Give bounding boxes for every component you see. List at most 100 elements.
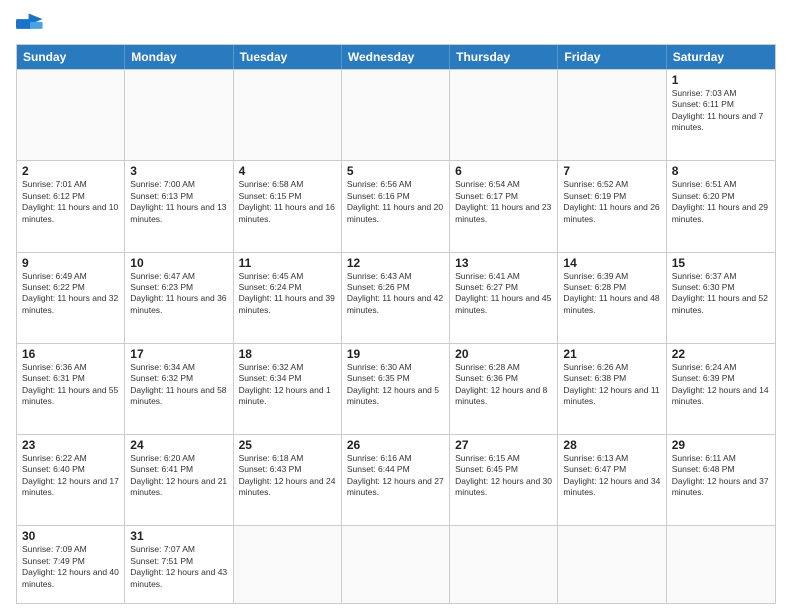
- day-number: 27: [455, 438, 552, 452]
- day-info: Sunrise: 6:43 AM Sunset: 6:26 PM Dayligh…: [347, 271, 444, 317]
- day-number: 28: [563, 438, 660, 452]
- day-info: Sunrise: 6:32 AM Sunset: 6:34 PM Dayligh…: [239, 362, 336, 408]
- day-info: Sunrise: 6:52 AM Sunset: 6:19 PM Dayligh…: [563, 179, 660, 225]
- day-number: 26: [347, 438, 444, 452]
- day-info: Sunrise: 6:39 AM Sunset: 6:28 PM Dayligh…: [563, 271, 660, 317]
- calendar-cell-1-5: 7Sunrise: 6:52 AM Sunset: 6:19 PM Daylig…: [558, 161, 666, 251]
- calendar-cell-3-4: 20Sunrise: 6:28 AM Sunset: 6:36 PM Dayli…: [450, 344, 558, 434]
- day-number: 14: [563, 256, 660, 270]
- calendar-cell-0-3: [342, 70, 450, 160]
- day-number: 3: [130, 164, 227, 178]
- calendar-row-4: 23Sunrise: 6:22 AM Sunset: 6:40 PM Dayli…: [17, 434, 775, 525]
- calendar-cell-1-2: 4Sunrise: 6:58 AM Sunset: 6:15 PM Daylig…: [234, 161, 342, 251]
- day-info: Sunrise: 6:24 AM Sunset: 6:39 PM Dayligh…: [672, 362, 770, 408]
- calendar-cell-2-1: 10Sunrise: 6:47 AM Sunset: 6:23 PM Dayli…: [125, 253, 233, 343]
- calendar-cell-0-2: [234, 70, 342, 160]
- day-info: Sunrise: 6:11 AM Sunset: 6:48 PM Dayligh…: [672, 453, 770, 499]
- calendar-cell-1-0: 2Sunrise: 7:01 AM Sunset: 6:12 PM Daylig…: [17, 161, 125, 251]
- calendar-cell-5-3: [342, 526, 450, 603]
- day-number: 13: [455, 256, 552, 270]
- day-number: 24: [130, 438, 227, 452]
- day-info: Sunrise: 6:18 AM Sunset: 6:43 PM Dayligh…: [239, 453, 336, 499]
- day-info: Sunrise: 6:15 AM Sunset: 6:45 PM Dayligh…: [455, 453, 552, 499]
- page: SundayMondayTuesdayWednesdayThursdayFrid…: [0, 0, 792, 612]
- day-number: 19: [347, 347, 444, 361]
- day-info: Sunrise: 7:07 AM Sunset: 7:51 PM Dayligh…: [130, 544, 227, 590]
- calendar-cell-2-3: 12Sunrise: 6:43 AM Sunset: 6:26 PM Dayli…: [342, 253, 450, 343]
- calendar-header: SundayMondayTuesdayWednesdayThursdayFrid…: [17, 45, 775, 69]
- calendar-cell-2-0: 9Sunrise: 6:49 AM Sunset: 6:22 PM Daylig…: [17, 253, 125, 343]
- calendar-cell-4-5: 28Sunrise: 6:13 AM Sunset: 6:47 PM Dayli…: [558, 435, 666, 525]
- day-info: Sunrise: 6:41 AM Sunset: 6:27 PM Dayligh…: [455, 271, 552, 317]
- calendar-cell-5-4: [450, 526, 558, 603]
- day-info: Sunrise: 6:16 AM Sunset: 6:44 PM Dayligh…: [347, 453, 444, 499]
- calendar-cell-3-6: 22Sunrise: 6:24 AM Sunset: 6:39 PM Dayli…: [667, 344, 775, 434]
- calendar-cell-5-0: 30Sunrise: 7:09 AM Sunset: 7:49 PM Dayli…: [17, 526, 125, 603]
- day-info: Sunrise: 6:51 AM Sunset: 6:20 PM Dayligh…: [672, 179, 770, 225]
- day-info: Sunrise: 7:01 AM Sunset: 6:12 PM Dayligh…: [22, 179, 119, 225]
- weekday-header-saturday: Saturday: [667, 45, 775, 69]
- day-number: 17: [130, 347, 227, 361]
- calendar-cell-2-2: 11Sunrise: 6:45 AM Sunset: 6:24 PM Dayli…: [234, 253, 342, 343]
- day-number: 12: [347, 256, 444, 270]
- day-info: Sunrise: 6:34 AM Sunset: 6:32 PM Dayligh…: [130, 362, 227, 408]
- calendar-cell-0-5: [558, 70, 666, 160]
- calendar-cell-3-0: 16Sunrise: 6:36 AM Sunset: 6:31 PM Dayli…: [17, 344, 125, 434]
- day-number: 29: [672, 438, 770, 452]
- calendar-cell-3-1: 17Sunrise: 6:34 AM Sunset: 6:32 PM Dayli…: [125, 344, 233, 434]
- calendar-cell-0-6: 1Sunrise: 7:03 AM Sunset: 6:11 PM Daylig…: [667, 70, 775, 160]
- day-number: 21: [563, 347, 660, 361]
- calendar-row-3: 16Sunrise: 6:36 AM Sunset: 6:31 PM Dayli…: [17, 343, 775, 434]
- calendar-cell-4-1: 24Sunrise: 6:20 AM Sunset: 6:41 PM Dayli…: [125, 435, 233, 525]
- calendar-cell-5-2: [234, 526, 342, 603]
- day-info: Sunrise: 6:30 AM Sunset: 6:35 PM Dayligh…: [347, 362, 444, 408]
- day-number: 4: [239, 164, 336, 178]
- day-info: Sunrise: 7:03 AM Sunset: 6:11 PM Dayligh…: [672, 88, 770, 134]
- weekday-header-thursday: Thursday: [450, 45, 558, 69]
- day-info: Sunrise: 6:20 AM Sunset: 6:41 PM Dayligh…: [130, 453, 227, 499]
- calendar-cell-4-3: 26Sunrise: 6:16 AM Sunset: 6:44 PM Dayli…: [342, 435, 450, 525]
- day-info: Sunrise: 6:22 AM Sunset: 6:40 PM Dayligh…: [22, 453, 119, 499]
- day-info: Sunrise: 7:00 AM Sunset: 6:13 PM Dayligh…: [130, 179, 227, 225]
- day-info: Sunrise: 7:09 AM Sunset: 7:49 PM Dayligh…: [22, 544, 119, 590]
- day-number: 6: [455, 164, 552, 178]
- day-number: 7: [563, 164, 660, 178]
- day-number: 11: [239, 256, 336, 270]
- calendar-row-1: 2Sunrise: 7:01 AM Sunset: 6:12 PM Daylig…: [17, 160, 775, 251]
- calendar-cell-3-5: 21Sunrise: 6:26 AM Sunset: 6:38 PM Dayli…: [558, 344, 666, 434]
- calendar-row-5: 30Sunrise: 7:09 AM Sunset: 7:49 PM Dayli…: [17, 525, 775, 603]
- calendar-cell-0-4: [450, 70, 558, 160]
- calendar-cell-3-2: 18Sunrise: 6:32 AM Sunset: 6:34 PM Dayli…: [234, 344, 342, 434]
- day-info: Sunrise: 6:54 AM Sunset: 6:17 PM Dayligh…: [455, 179, 552, 225]
- day-number: 25: [239, 438, 336, 452]
- calendar-row-2: 9Sunrise: 6:49 AM Sunset: 6:22 PM Daylig…: [17, 252, 775, 343]
- day-number: 2: [22, 164, 119, 178]
- calendar-cell-5-6: [667, 526, 775, 603]
- day-number: 22: [672, 347, 770, 361]
- calendar-row-0: 1Sunrise: 7:03 AM Sunset: 6:11 PM Daylig…: [17, 69, 775, 160]
- general-blue-icon: [16, 12, 44, 36]
- calendar-cell-3-3: 19Sunrise: 6:30 AM Sunset: 6:35 PM Dayli…: [342, 344, 450, 434]
- day-info: Sunrise: 6:13 AM Sunset: 6:47 PM Dayligh…: [563, 453, 660, 499]
- day-info: Sunrise: 6:58 AM Sunset: 6:15 PM Dayligh…: [239, 179, 336, 225]
- calendar-cell-4-0: 23Sunrise: 6:22 AM Sunset: 6:40 PM Dayli…: [17, 435, 125, 525]
- day-number: 1: [672, 73, 770, 87]
- day-number: 5: [347, 164, 444, 178]
- weekday-header-sunday: Sunday: [17, 45, 125, 69]
- day-number: 9: [22, 256, 119, 270]
- day-info: Sunrise: 6:37 AM Sunset: 6:30 PM Dayligh…: [672, 271, 770, 317]
- weekday-header-wednesday: Wednesday: [342, 45, 450, 69]
- calendar-cell-1-3: 5Sunrise: 6:56 AM Sunset: 6:16 PM Daylig…: [342, 161, 450, 251]
- calendar-cell-2-6: 15Sunrise: 6:37 AM Sunset: 6:30 PM Dayli…: [667, 253, 775, 343]
- calendar-cell-4-4: 27Sunrise: 6:15 AM Sunset: 6:45 PM Dayli…: [450, 435, 558, 525]
- calendar-cell-5-1: 31Sunrise: 7:07 AM Sunset: 7:51 PM Dayli…: [125, 526, 233, 603]
- day-number: 8: [672, 164, 770, 178]
- day-number: 30: [22, 529, 119, 543]
- calendar-cell-1-4: 6Sunrise: 6:54 AM Sunset: 6:17 PM Daylig…: [450, 161, 558, 251]
- calendar-cell-4-6: 29Sunrise: 6:11 AM Sunset: 6:48 PM Dayli…: [667, 435, 775, 525]
- weekday-header-friday: Friday: [558, 45, 666, 69]
- logo: [16, 12, 48, 36]
- calendar-cell-2-5: 14Sunrise: 6:39 AM Sunset: 6:28 PM Dayli…: [558, 253, 666, 343]
- calendar-cell-0-0: [17, 70, 125, 160]
- day-number: 20: [455, 347, 552, 361]
